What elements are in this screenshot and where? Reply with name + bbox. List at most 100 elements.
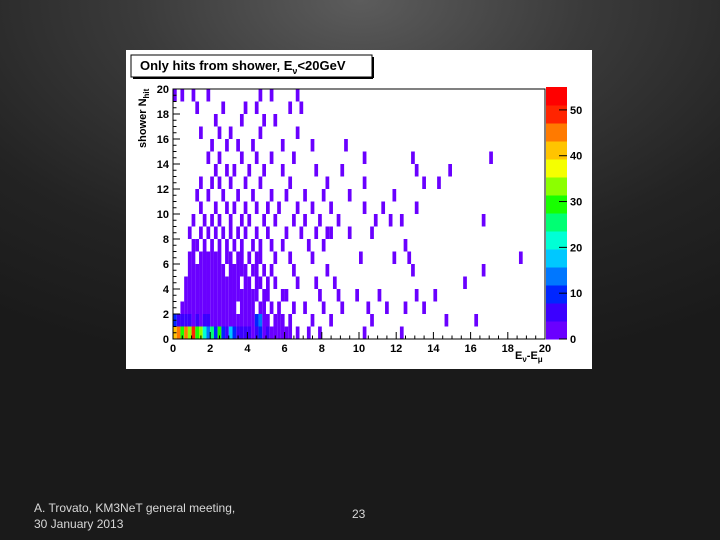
heatmap-cell	[228, 276, 233, 289]
heatmap-cell	[314, 164, 319, 177]
heatmap-cell	[195, 101, 200, 114]
heatmap-cell	[184, 314, 188, 327]
heatmap-cell	[288, 101, 293, 114]
heatmap-cell	[187, 264, 192, 277]
heatmap-cell	[329, 314, 333, 327]
heatmap-cell	[280, 164, 285, 177]
heatmap-cell	[251, 264, 255, 277]
heatmap-cell	[217, 126, 222, 139]
heatmap-cells	[173, 89, 523, 339]
colorbar-tick-label: 30	[570, 197, 582, 209]
heatmap-cell	[232, 326, 237, 339]
heatmap-cell	[213, 226, 218, 239]
heatmap-cell	[262, 289, 266, 302]
heatmap-cell	[210, 139, 214, 152]
colorbar-tick-label: 40	[570, 151, 582, 163]
heatmap-cell	[236, 264, 240, 277]
heatmap-cell	[266, 276, 270, 289]
heatmap-cell	[225, 314, 229, 327]
heatmap-cell	[347, 226, 352, 239]
heatmap-cell	[463, 276, 467, 289]
colorbar-segment	[546, 123, 567, 142]
x-tick-label: 4	[244, 343, 251, 355]
heatmap-cell	[206, 89, 211, 102]
heatmap-cell	[206, 189, 211, 202]
heatmap-cell	[191, 301, 196, 314]
heatmap-cell	[199, 301, 203, 314]
heatmap-cell	[399, 326, 404, 339]
heatmap-cell	[266, 289, 270, 302]
heatmap-cell	[269, 239, 274, 252]
heatmap-cell	[187, 276, 192, 289]
heatmap-cell	[225, 301, 229, 314]
heatmap-cell	[191, 276, 196, 289]
heatmap-cell	[243, 201, 248, 214]
heatmap-cell	[225, 164, 229, 177]
heatmap-cell	[199, 201, 203, 214]
heatmap-cell	[210, 276, 214, 289]
colorbar-tick-label: 50	[570, 105, 582, 117]
heatmap-cell	[258, 176, 263, 189]
heatmap-cell	[221, 276, 226, 289]
heatmap-cell	[269, 264, 274, 277]
x-tick-label: 8	[319, 343, 325, 355]
heatmap-cell	[295, 276, 300, 289]
heatmap-cell	[184, 326, 188, 339]
heatmap-cell	[232, 276, 237, 289]
heatmap-cell	[258, 251, 263, 264]
heatmap-cell	[217, 151, 222, 164]
heatmap-cell	[225, 289, 229, 302]
heatmap-cell	[199, 176, 203, 189]
heatmap-cell	[340, 164, 345, 177]
heatmap-cell	[247, 314, 252, 327]
heatmap-cell	[262, 114, 266, 127]
heatmap-cell	[254, 226, 259, 239]
heatmap-cell	[325, 226, 330, 239]
heatmap-cell	[210, 214, 214, 227]
heatmap-cell	[280, 239, 285, 252]
heatmap-cell	[362, 326, 367, 339]
heatmap-cell	[258, 301, 263, 314]
heatmap-cell	[266, 201, 270, 214]
heatmap-cell	[262, 214, 266, 227]
heatmap-cell	[217, 239, 222, 252]
footer-credit-line2: 30 January 2013	[34, 517, 124, 531]
heatmap-cell	[254, 201, 259, 214]
heatmap-cell	[269, 326, 274, 339]
heatmap-cell	[239, 114, 244, 127]
heatmap-cell	[213, 276, 218, 289]
heatmap-cell	[243, 226, 248, 239]
y-tick-label: 18	[157, 109, 169, 121]
heatmap-cell	[236, 139, 240, 152]
heatmap-cell	[243, 301, 248, 314]
heatmap-cell	[280, 289, 285, 302]
heatmap-cell	[221, 301, 226, 314]
colorbar-segment	[546, 159, 567, 178]
heatmap-cell	[195, 289, 200, 302]
heatmap-cell	[191, 89, 196, 102]
heatmap-cell	[199, 276, 203, 289]
y-tick-label: 20	[157, 84, 169, 96]
heatmap-cell	[292, 214, 296, 227]
heatmap-cell	[247, 214, 252, 227]
heatmap-cell	[225, 251, 229, 264]
heatmap-cell	[266, 326, 270, 339]
heatmap-cell	[254, 101, 259, 114]
heatmap-cell	[381, 201, 386, 214]
heatmap-cell	[202, 239, 207, 252]
colorbar-segment	[546, 249, 567, 268]
heatmap-cell	[258, 276, 263, 289]
heatmap-cell	[321, 239, 326, 252]
heatmap-cell	[239, 289, 244, 302]
heatmap-cell	[251, 189, 255, 202]
heatmap-cell	[228, 176, 233, 189]
heatmap-cell	[187, 226, 192, 239]
heatmap-cell	[206, 326, 211, 339]
heatmap-cell	[251, 301, 255, 314]
heatmap-cell	[407, 251, 412, 264]
heatmap-cell	[247, 164, 252, 177]
heatmap-cell	[225, 139, 229, 152]
heatmap-cell	[217, 289, 222, 302]
heatmap-cell	[292, 301, 296, 314]
heatmap-cell	[199, 126, 203, 139]
